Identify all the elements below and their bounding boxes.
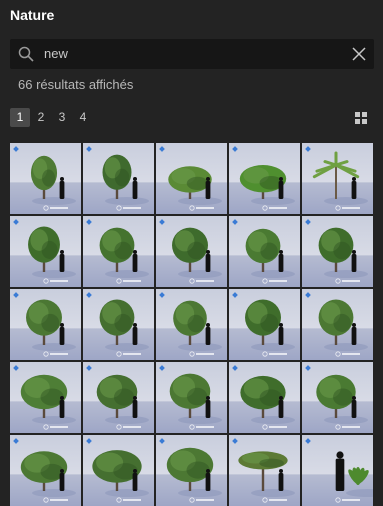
tree-preview-icon xyxy=(28,226,76,284)
search-icon xyxy=(18,46,34,62)
tree-preview-icon xyxy=(20,451,76,503)
asset-grid xyxy=(10,143,373,506)
tree-preview-icon xyxy=(316,374,368,430)
tree-preview-icon xyxy=(96,374,149,430)
clear-search-icon[interactable] xyxy=(352,47,366,61)
tree-preview-icon xyxy=(238,451,295,503)
asset-thumbnail[interactable] xyxy=(302,216,373,287)
asset-thumbnail[interactable] xyxy=(302,435,373,506)
asset-thumbnail[interactable] xyxy=(156,362,227,433)
tree-preview-icon xyxy=(102,154,149,211)
nature-panel: Nature new 66 résultats affichés 1 2 3 4 xyxy=(0,0,383,506)
asset-thumbnail[interactable] xyxy=(229,435,300,506)
asset-thumbnail[interactable] xyxy=(156,435,227,506)
tree-preview-icon xyxy=(335,451,373,503)
tree-preview-icon xyxy=(312,151,368,211)
tree-preview-icon xyxy=(20,374,76,430)
tree-preview-icon xyxy=(245,228,295,284)
asset-thumbnail[interactable] xyxy=(83,362,154,433)
asset-thumbnail[interactable] xyxy=(83,216,154,287)
tree-preview-icon xyxy=(169,373,222,430)
asset-thumbnail[interactable] xyxy=(10,216,81,287)
search-bar[interactable]: new xyxy=(10,39,374,69)
tree-preview-icon xyxy=(168,166,222,211)
tree-preview-icon xyxy=(30,155,76,211)
tree-preview-icon xyxy=(166,447,222,503)
asset-thumbnail[interactable] xyxy=(83,143,154,214)
page-3[interactable]: 3 xyxy=(52,108,72,127)
asset-thumbnail[interactable] xyxy=(229,216,300,287)
tree-preview-icon xyxy=(318,227,368,284)
asset-thumbnail[interactable] xyxy=(156,216,227,287)
grid-view-icon[interactable] xyxy=(355,112,367,124)
tree-preview-icon xyxy=(318,299,368,357)
tree-preview-icon xyxy=(26,299,76,357)
tree-preview-icon xyxy=(173,300,222,357)
search-input[interactable]: new xyxy=(44,46,68,61)
asset-thumbnail[interactable] xyxy=(302,143,373,214)
asset-thumbnail[interactable] xyxy=(10,289,81,360)
tree-preview-icon xyxy=(245,299,295,357)
page-1[interactable]: 1 xyxy=(10,108,30,127)
panel-title: Nature xyxy=(10,7,55,23)
tree-preview-icon xyxy=(239,165,295,211)
page-4[interactable]: 4 xyxy=(73,108,93,127)
asset-thumbnail[interactable] xyxy=(229,289,300,360)
asset-thumbnail[interactable] xyxy=(229,143,300,214)
tree-preview-icon xyxy=(92,450,149,503)
pagination: 1 2 3 4 xyxy=(10,108,94,128)
results-count: 66 résultats affichés xyxy=(18,77,134,92)
asset-thumbnail[interactable] xyxy=(229,362,300,433)
tree-preview-icon xyxy=(240,375,295,430)
tree-preview-icon xyxy=(99,299,149,357)
asset-thumbnail[interactable] xyxy=(83,289,154,360)
tree-preview-icon xyxy=(172,227,222,284)
asset-thumbnail[interactable] xyxy=(156,289,227,360)
tree-preview-icon xyxy=(99,227,149,284)
asset-thumbnail[interactable] xyxy=(10,362,81,433)
asset-thumbnail[interactable] xyxy=(302,362,373,433)
asset-thumbnail[interactable] xyxy=(83,435,154,506)
asset-thumbnail[interactable] xyxy=(10,143,81,214)
asset-thumbnail[interactable] xyxy=(10,435,81,506)
asset-thumbnail[interactable] xyxy=(302,289,373,360)
asset-thumbnail[interactable] xyxy=(156,143,227,214)
page-2[interactable]: 2 xyxy=(31,108,51,127)
